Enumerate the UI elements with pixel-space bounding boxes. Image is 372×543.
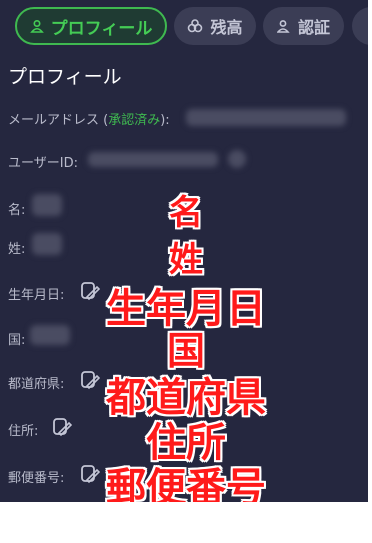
tab-balance-label: 残高 <box>210 18 243 37</box>
page-title: プロフィール <box>8 66 122 88</box>
user-check-icon <box>276 20 290 33</box>
tab-verification[interactable]: 認証 <box>263 7 344 45</box>
userid-label: ユーザーID: <box>8 156 78 171</box>
verified-status: 承認済み <box>108 113 161 128</box>
tab-profile-label: プロフィール <box>50 18 153 39</box>
coins-icon <box>188 19 203 33</box>
copy-icon[interactable] <box>228 150 246 168</box>
tab-profile[interactable]: プロフィール <box>15 7 167 45</box>
tab-more[interactable] <box>352 7 368 45</box>
tab-bar: プロフィール 残高 認証 <box>0 0 368 52</box>
email-value-redacted <box>186 109 346 126</box>
profile-panel: プロフィール 残高 認証 プロフィール メールアドレス (承認済み): ユーザー… <box>0 0 368 502</box>
tab-balance[interactable]: 残高 <box>174 7 256 45</box>
email-label: メールアドレス (承認済み): <box>8 113 170 128</box>
userid-value-redacted <box>88 152 218 167</box>
annotation-last-name: 姓 <box>169 240 203 280</box>
tab-verification-label: 認証 <box>297 18 330 37</box>
annotation-first-name: 名 <box>169 193 203 233</box>
annotation-postal: 郵便番号 <box>106 465 266 502</box>
user-icon <box>29 19 44 33</box>
